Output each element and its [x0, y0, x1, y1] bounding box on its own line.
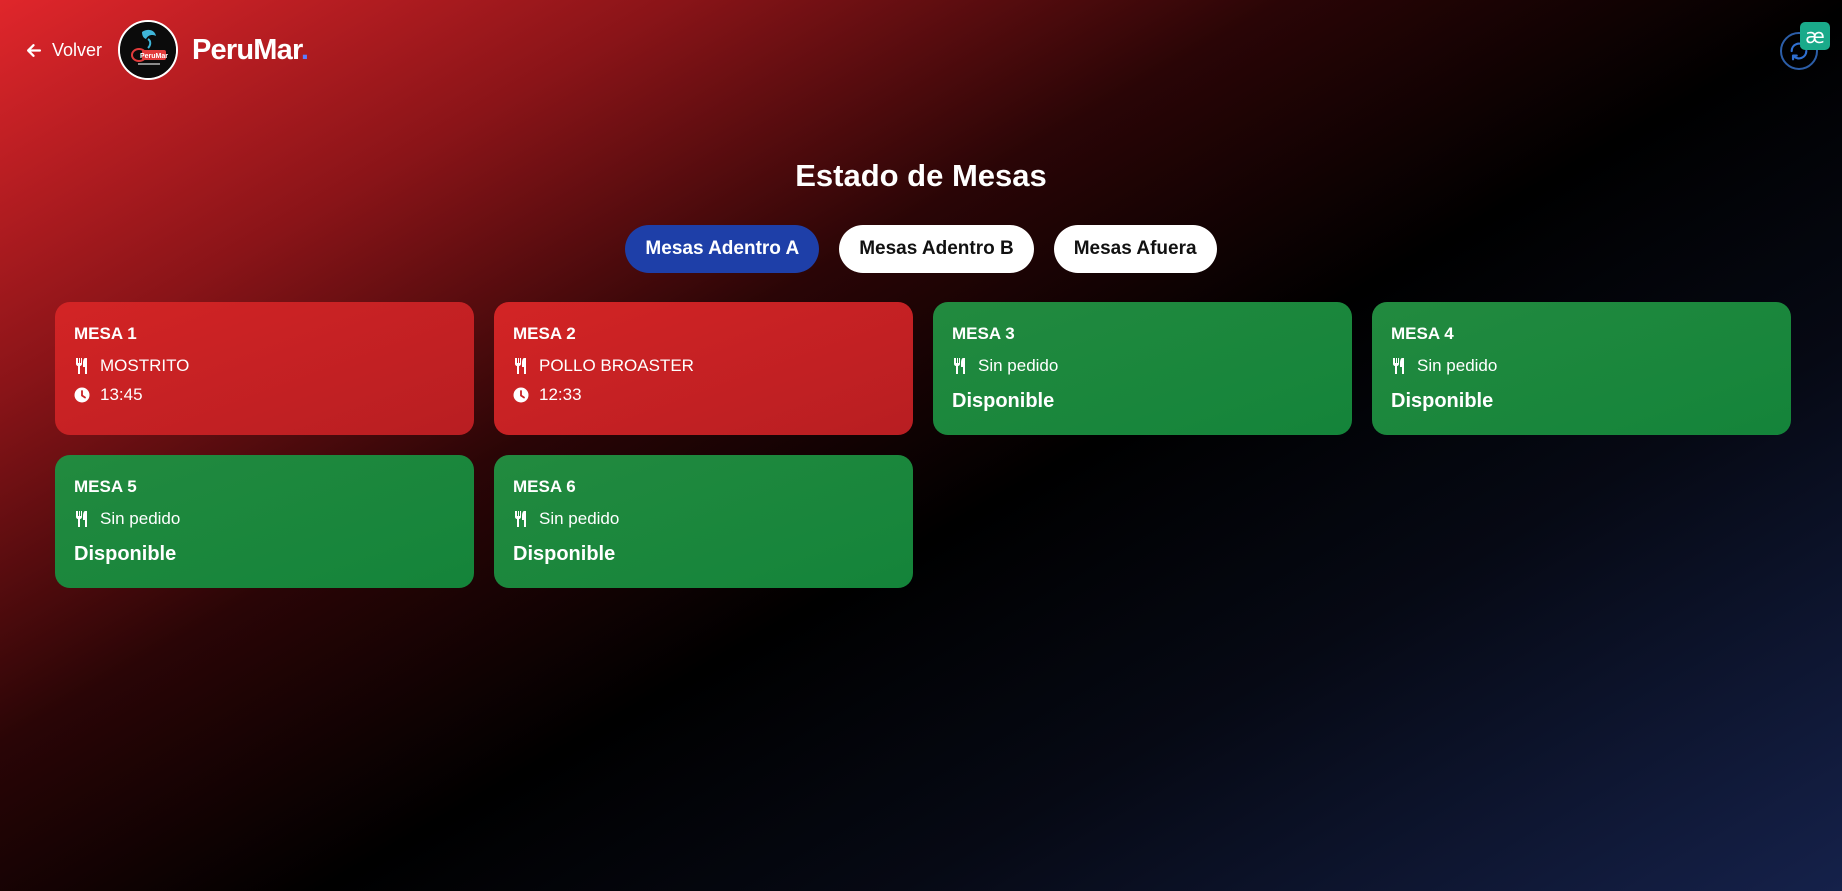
top-bar: Volver PeruMar PeruMar. æ [0, 0, 1842, 100]
table-name: MESA 2 [513, 324, 576, 343]
brand-name: PeruMar. [192, 34, 309, 67]
tab-mesas-afuera[interactable]: Mesas Afuera [1053, 225, 1217, 273]
arrow-left-icon [27, 44, 42, 57]
clock-icon [74, 387, 90, 403]
order-text: MOSTRITO [100, 356, 190, 375]
tab-mesas-adentro-b[interactable]: Mesas Adentro B [839, 225, 1034, 273]
brand-logo: PeruMar [118, 20, 178, 80]
table-card[interactable]: MESA 5 Sin pedido Disponible [55, 455, 474, 588]
utensils-icon [515, 358, 526, 374]
clock-icon [513, 387, 529, 403]
order-text: Sin pedido [978, 356, 1059, 375]
brand-text: PeruMar [192, 34, 302, 66]
area-tabs: Mesas Adentro A Mesas Adentro B Mesas Af… [0, 225, 1842, 273]
order-text: Sin pedido [100, 509, 181, 528]
table-name: MESA 4 [1391, 324, 1454, 343]
status-label: Disponible [1391, 390, 1494, 412]
utensils-icon [76, 511, 87, 527]
status-label: Disponible [74, 543, 177, 565]
order-row: Sin pedido [74, 509, 455, 529]
status-label: Disponible [513, 543, 616, 565]
table-name: MESA 5 [74, 477, 137, 496]
utensils-icon [954, 358, 965, 374]
tables-grid: MESA 1 MOSTRITO 13:45 MESA 2 POLLO BROAS… [55, 302, 1791, 588]
status-label: Disponible [952, 390, 1055, 412]
order-row: MOSTRITO [74, 356, 455, 376]
order-text: POLLO BROASTER [539, 356, 694, 375]
table-card[interactable]: MESA 6 Sin pedido Disponible [494, 455, 913, 588]
order-text: Sin pedido [539, 509, 620, 528]
brand-dot: . [300, 34, 309, 66]
back-button[interactable]: Volver [25, 40, 102, 61]
table-name: MESA 6 [513, 477, 576, 496]
back-label: Volver [52, 40, 103, 60]
svg-text:PeruMar: PeruMar [140, 53, 168, 60]
utensils-icon [1393, 358, 1404, 374]
order-time: 13:45 [100, 385, 143, 404]
table-card[interactable]: MESA 1 MOSTRITO 13:45 [55, 302, 474, 435]
table-name: MESA 1 [74, 324, 137, 343]
table-card[interactable]: MESA 2 POLLO BROASTER 12:33 [494, 302, 913, 435]
time-row: 12:33 [513, 385, 894, 405]
order-row: Sin pedido [1391, 356, 1772, 376]
time-row: 13:45 [74, 385, 455, 405]
page-title: Estado de Mesas [795, 158, 1047, 193]
utensils-icon [515, 511, 526, 527]
table-card[interactable]: MESA 3 Sin pedido Disponible [933, 302, 1352, 435]
order-row: Sin pedido [513, 509, 894, 529]
order-text: Sin pedido [1417, 356, 1498, 375]
table-card[interactable]: MESA 4 Sin pedido Disponible [1372, 302, 1791, 435]
order-time: 12:33 [539, 385, 582, 404]
utensils-icon [76, 358, 87, 374]
tab-mesas-adentro-a[interactable]: Mesas Adentro A [625, 225, 820, 273]
extension-badge[interactable]: æ [1800, 22, 1830, 50]
order-row: POLLO BROASTER [513, 356, 894, 376]
order-row: Sin pedido [952, 356, 1333, 376]
table-name: MESA 3 [952, 324, 1015, 343]
